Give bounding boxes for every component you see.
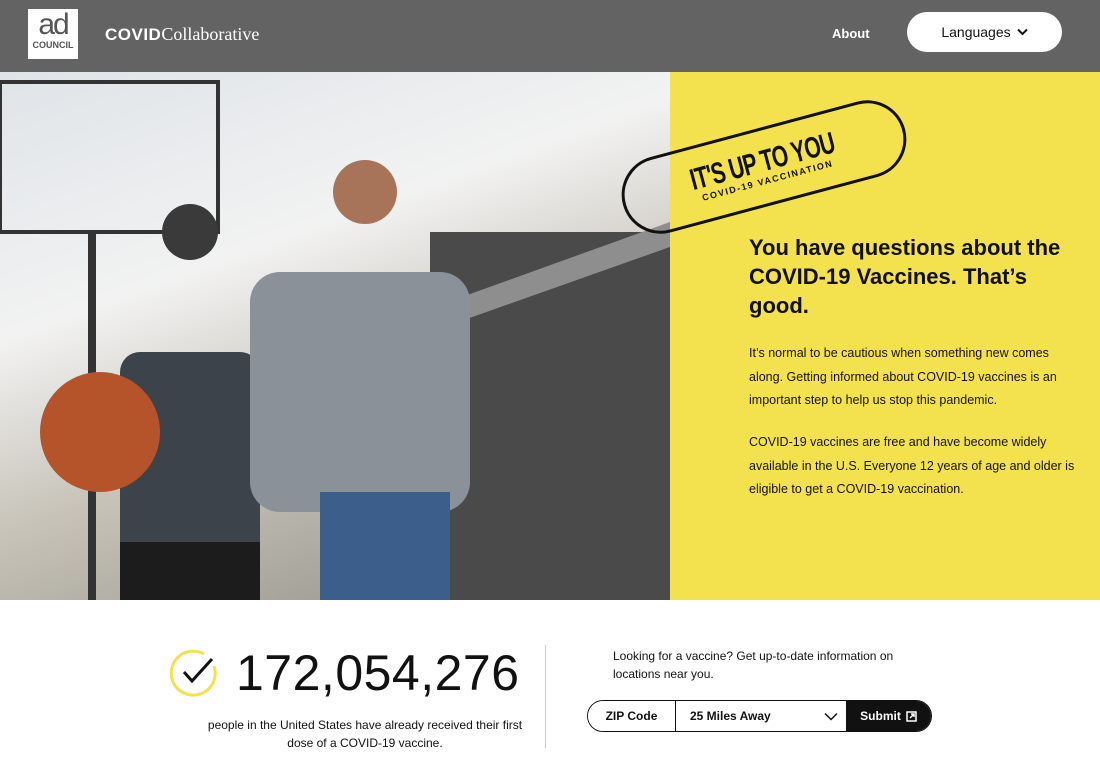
chevron-down-icon — [824, 712, 838, 721]
brand-rest: Collaborative — [161, 24, 260, 44]
logo-ad-text: ad — [38, 8, 69, 41]
vaccination-count: 172,054,276 — [236, 645, 520, 701]
finder-prompt: Looking for a vaccine? Get up-to-date in… — [613, 649, 894, 681]
intro-paragraph-1: It’s normal to be cautious when somethin… — [749, 346, 1057, 407]
submit-button[interactable]: Submit — [846, 701, 931, 731]
distance-value: 25 Miles Away — [690, 709, 771, 723]
zip-code-input[interactable] — [588, 701, 676, 731]
count-caption: people in the United States have already… — [207, 718, 523, 750]
brand-bold: COVID — [105, 25, 162, 44]
about-link[interactable]: About — [832, 26, 870, 41]
divider — [545, 645, 546, 748]
submit-label: Submit — [860, 709, 901, 723]
logo-council-text: COUNCIL — [32, 40, 74, 50]
ad-council-logo[interactable]: ad COUNCIL — [28, 9, 78, 59]
hero-headline: You have questions about the COVID-19 Va… — [749, 235, 1061, 318]
chevron-down-icon — [1016, 28, 1028, 36]
languages-label: Languages — [941, 24, 1011, 40]
languages-button[interactable]: Languages — [907, 12, 1062, 52]
site-header: ad COUNCIL COVIDCollaborative About Lang… — [0, 0, 1100, 72]
hero-photo — [0, 72, 670, 600]
vaccine-finder-form: 25 Miles Away Submit — [587, 700, 932, 732]
external-link-icon — [906, 710, 917, 722]
covid-collaborative-logo[interactable]: COVIDCollaborative — [105, 24, 259, 45]
photo-illustration — [0, 80, 670, 600]
intro-paragraph-2: COVID-19 vaccines are free and have beco… — [749, 435, 1075, 496]
check-circle-icon — [170, 649, 217, 697]
distance-select[interactable]: 25 Miles Away — [676, 701, 846, 731]
